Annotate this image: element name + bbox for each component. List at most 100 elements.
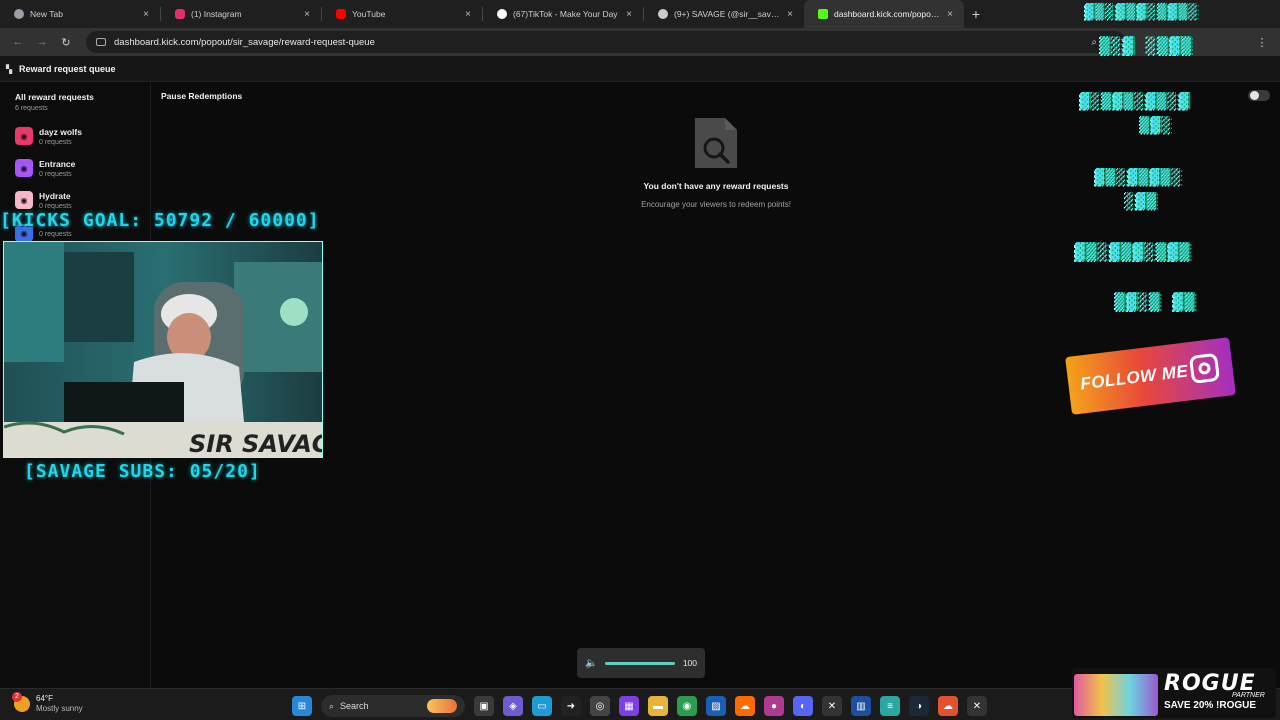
steam-icon[interactable]: ◑ <box>909 696 929 716</box>
all-requests-count: 6 requests <box>15 105 48 112</box>
glitch-text-decoration: ▓▒░▓▒▓░▒▓▒░ <box>1085 4 1200 20</box>
photos-icon[interactable]: ▨ <box>706 696 726 716</box>
tab-title: (67)TikTok - Make Your Day <box>513 9 618 19</box>
tab-new-tab[interactable]: New Tab × <box>0 0 160 28</box>
glitch-text-decoration: ▒▓░▒ ▓▒ <box>1115 292 1197 311</box>
kick-icon <box>818 9 828 19</box>
windows-start-icon[interactable]: ⊞ <box>292 696 312 716</box>
empty-state-title: You don't have any reward requests <box>643 181 789 191</box>
follow-me-text: FOLLOW ME <box>1079 361 1190 394</box>
file-explorer-icon[interactable]: ▬ <box>648 696 668 716</box>
browser-toolbar: ← → ↻ dashboard.kick.com/popout/sir_sava… <box>0 28 1280 56</box>
page-header: ▚ Reward request queue <box>0 56 1280 82</box>
energy-cans-image <box>1074 674 1158 716</box>
close-icon[interactable]: × <box>301 9 313 20</box>
zoom-icon[interactable]: ⌕ <box>1091 37 1097 48</box>
glitch-text-decoration: ▓░▒▓▒░▓▒░▓ <box>1080 92 1191 110</box>
tab-title: New Tab <box>30 9 63 19</box>
all-requests-title: All reward requests <box>15 92 94 102</box>
taskbar-search[interactable]: ⌕ Search <box>321 695 465 717</box>
weather-condition: Mostly sunny <box>36 704 83 713</box>
glitch-text-decoration: ░▓▒ <box>1125 192 1159 210</box>
taskbar-icons: ⊞ ⌕ Search ▣ ◈ ▭ ➜ ◎ ▦ ▬ ◉ ▨ ☁ ● ◐ ✕ ▥ ≡… <box>292 695 987 717</box>
copilot-icon[interactable]: ◈ <box>503 696 523 716</box>
threads-icon <box>658 9 668 19</box>
app-grid-icon[interactable]: ▦ <box>619 696 639 716</box>
pause-redemptions-toggle[interactable] <box>1248 90 1270 101</box>
webcam-image: SIR SAVAGE <box>4 242 323 458</box>
tab-threads[interactable]: (9+) SAVAGE (@sir__savage_) - × <box>644 0 804 28</box>
cloud-app-icon[interactable]: ☁ <box>938 696 958 716</box>
reload-icon[interactable]: ↻ <box>54 36 78 49</box>
capcut-icon-2[interactable]: ✕ <box>967 696 987 716</box>
tab-title: (1) Instagram <box>191 9 242 19</box>
notes-app-icon[interactable]: ≡ <box>880 696 900 716</box>
forward-icon[interactable]: → <box>30 36 54 48</box>
empty-state-subtitle: Encourage your viewers to redeem points! <box>641 200 791 209</box>
speaker-icon[interactable]: 🔈 <box>585 658 597 669</box>
glitch-text-decoration: ▒░▓ ░▒▓▒ <box>1100 36 1194 55</box>
back-icon[interactable]: ← <box>6 36 30 48</box>
instagram-icon <box>1188 352 1221 384</box>
tab-title: (9+) SAVAGE (@sir__savage_) - <box>674 9 784 19</box>
capcut-icon[interactable]: ✕ <box>822 696 842 716</box>
tab-kick-dashboard[interactable]: dashboard.kick.com/popout/sir × <box>804 0 964 28</box>
queue-icon: ▚ <box>6 64 13 74</box>
discord-icon[interactable]: ◐ <box>793 696 813 716</box>
tab-title: dashboard.kick.com/popout/sir <box>834 9 944 19</box>
rogue-partner-banner: ROGUE PARTNER SAVE 20% !ROGUE <box>1072 668 1276 718</box>
menu-icon[interactable]: ⋮ <box>1250 36 1274 49</box>
close-icon[interactable]: × <box>462 9 474 20</box>
address-bar[interactable]: dashboard.kick.com/popout/sir_savage/rew… <box>86 31 1126 53</box>
volume-slider[interactable] <box>605 661 675 665</box>
reward-count: 0 requests <box>39 170 72 178</box>
search-icon: ⌕ <box>329 700 335 711</box>
app-circle-icon[interactable]: ◎ <box>590 696 610 716</box>
close-icon[interactable]: × <box>623 9 635 20</box>
reward-name: Hydrate <box>39 190 71 201</box>
reward-item[interactable]: ◉ dayz wolfs 0 requests <box>15 123 82 149</box>
pause-redemptions-label: Pause Redemptions <box>161 91 243 101</box>
map-pin-icon[interactable]: ● <box>764 696 784 716</box>
volume-slider-fill <box>605 661 675 665</box>
monitor-app-icon[interactable]: ▭ <box>532 696 552 716</box>
reward-item[interactable]: ◉ Entrance 0 requests <box>15 155 75 181</box>
search-highlight-image <box>427 699 457 713</box>
tiktok-icon <box>497 9 507 19</box>
weather-widget[interactable]: 2 64°F Mostly sunny <box>12 691 83 713</box>
app-arrow-icon[interactable]: ➜ <box>561 696 581 716</box>
tab-youtube[interactable]: YouTube × <box>322 0 482 28</box>
close-icon[interactable]: × <box>784 9 796 20</box>
document-search-icon <box>695 118 737 168</box>
rogue-save-label: SAVE 20% !ROGUE <box>1164 700 1257 711</box>
tab-tiktok[interactable]: (67)TikTok - Make Your Day × <box>483 0 643 28</box>
reward-count: 0 requests <box>39 202 72 210</box>
soundcloud-icon[interactable]: ☁ <box>735 696 755 716</box>
volume-value: 100 <box>682 658 697 668</box>
webcam-name-label: SIR SAVAGE <box>189 430 323 458</box>
reward-name: Entrance <box>39 158 76 169</box>
sun-icon: 2 <box>12 691 30 712</box>
rogue-partner-label: PARTNER <box>1232 692 1265 699</box>
volume-popup: 🔈 100 <box>577 648 705 678</box>
tab-title: YouTube <box>352 9 386 19</box>
reward-icon: ◉ <box>15 191 33 209</box>
close-icon[interactable]: × <box>140 9 152 20</box>
chrome-icon[interactable]: ◉ <box>677 696 697 716</box>
kicks-goal-overlay: [KICKS GOAL: 50792 / 60000] <box>0 210 320 231</box>
site-info-icon[interactable] <box>96 38 106 46</box>
close-icon[interactable]: × <box>944 9 956 20</box>
reward-count: 0 requests <box>39 138 72 146</box>
reward-count: 0 requests <box>39 230 72 238</box>
reward-icon: ◉ <box>15 127 33 145</box>
task-view-icon[interactable]: ▣ <box>474 696 494 716</box>
instagram-icon <box>175 9 185 19</box>
new-tab-button[interactable]: + <box>964 6 988 22</box>
chrome-icon <box>14 9 24 19</box>
notification-badge: 2 <box>12 691 22 702</box>
midi-app-icon[interactable]: ▥ <box>851 696 871 716</box>
all-reward-requests[interactable]: All reward requests 6 requests <box>15 92 94 112</box>
reward-name: dayz wolfs <box>39 126 82 137</box>
tab-instagram[interactable]: (1) Instagram × <box>161 0 321 28</box>
url-text: dashboard.kick.com/popout/sir_savage/rew… <box>114 36 375 48</box>
